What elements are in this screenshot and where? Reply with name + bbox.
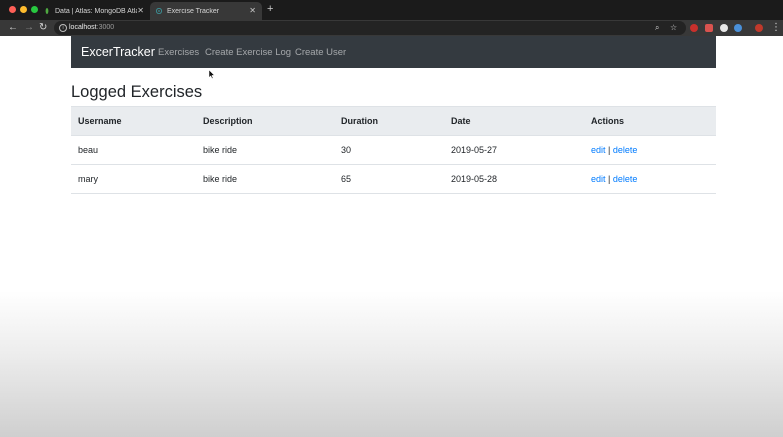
maximize-window-button[interactable]: [31, 6, 38, 13]
cell-duration: 65: [334, 164, 444, 194]
mongodb-leaf-icon: [45, 8, 49, 14]
edit-link[interactable]: edit: [591, 174, 606, 184]
brand-link[interactable]: ExcerTracker: [81, 45, 155, 59]
page-title: Logged Exercises: [71, 83, 203, 101]
close-tab-icon[interactable]: ✕: [137, 7, 144, 15]
cell-description: bike ride: [196, 164, 334, 194]
exercises-table: Username Description Duration Date Actio…: [71, 106, 716, 194]
minimize-window-button[interactable]: [20, 6, 27, 13]
cell-date: 2019-05-27: [444, 135, 584, 165]
tab-title: Exercise Tracker: [167, 7, 220, 15]
url-text: localhost:3000: [69, 24, 115, 31]
cell-actions: edit | delete: [584, 135, 716, 165]
delete-link[interactable]: delete: [613, 174, 638, 184]
close-tab-icon[interactable]: ✕: [249, 7, 256, 15]
cell-username: mary: [71, 164, 196, 194]
nav-exercises-link[interactable]: Exercises: [158, 47, 199, 58]
site-info-icon[interactable]: i: [59, 24, 67, 32]
tab-strip: Data | Atlas: MongoDB Atlas ✕ Exercise T…: [0, 0, 783, 20]
delete-link[interactable]: delete: [613, 145, 638, 155]
table-header-row: Username Description Duration Date Actio…: [71, 106, 716, 136]
cell-username: beau: [71, 135, 196, 165]
zoom-icon[interactable]: ⌕: [655, 23, 659, 33]
action-separator: |: [608, 174, 611, 184]
extension-red-icon[interactable]: [705, 24, 713, 32]
mouse-cursor-icon: [209, 70, 215, 79]
column-header-date: Date: [444, 106, 584, 136]
column-header-description: Description: [196, 106, 334, 136]
table-row: mary bike ride 65 2019-05-28 edit | dele…: [71, 164, 716, 194]
table-row: beau bike ride 30 2019-05-27 edit | dele…: [71, 135, 716, 165]
bookmark-star-icon[interactable]: ☆: [670, 23, 677, 33]
edit-link[interactable]: edit: [591, 145, 606, 155]
address-bar[interactable]: i localhost:3000 ⌕ ☆: [54, 21, 686, 35]
tab-title: Data | Atlas: MongoDB Atlas: [55, 7, 138, 15]
reload-icon[interactable]: ↻: [39, 22, 47, 34]
page-viewport: ExcerTracker Exercises Create Exercise L…: [0, 36, 783, 437]
action-separator: |: [608, 145, 611, 155]
column-header-username: Username: [71, 106, 196, 136]
new-tab-icon[interactable]: +: [267, 4, 273, 15]
tab-exercise-tracker[interactable]: Exercise Tracker ✕: [150, 2, 262, 20]
react-logo-icon: [156, 8, 162, 14]
extension-white-icon[interactable]: [720, 24, 728, 32]
browser-toolbar: ← → ↻ i localhost:3000 ⌕ ☆ ⋮: [0, 20, 783, 36]
nav-create-user-link[interactable]: Create User: [295, 47, 346, 58]
profile-avatar-icon[interactable]: [755, 24, 763, 32]
cell-date: 2019-05-28: [444, 164, 584, 194]
nav-create-exercise-log-link[interactable]: Create Exercise Log: [205, 47, 291, 58]
extension-shield-icon[interactable]: [690, 24, 698, 32]
app-navbar: ExcerTracker Exercises Create Exercise L…: [71, 36, 716, 68]
forward-icon[interactable]: →: [24, 22, 34, 34]
cell-description: bike ride: [196, 135, 334, 165]
column-header-actions: Actions: [584, 106, 716, 136]
cell-actions: edit | delete: [584, 164, 716, 194]
back-icon[interactable]: ←: [8, 22, 18, 34]
extension-blue-icon[interactable]: [734, 24, 742, 32]
close-window-button[interactable]: [9, 6, 16, 13]
tab-mongodb-atlas[interactable]: Data | Atlas: MongoDB Atlas ✕: [38, 2, 150, 20]
browser-menu-icon[interactable]: ⋮: [771, 22, 781, 34]
column-header-duration: Duration: [334, 106, 444, 136]
cell-duration: 30: [334, 135, 444, 165]
